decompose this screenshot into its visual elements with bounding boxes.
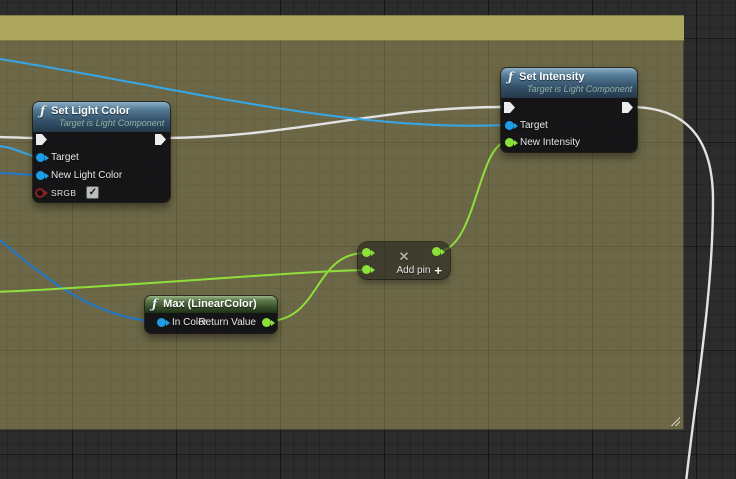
node-max-header[interactable]: ƒ Max (LinearColor) bbox=[145, 296, 277, 313]
exec-out-pin[interactable] bbox=[155, 134, 166, 145]
comment-header-bar[interactable] bbox=[0, 15, 684, 41]
node-set-light-color-header[interactable]: ƒ Set Light Color Target is Light Compon… bbox=[33, 102, 170, 132]
node-title: Set Intensity bbox=[519, 71, 584, 84]
srgb-pin-label: SRGB bbox=[51, 188, 76, 198]
node-multiply[interactable]: ✕ Add pin + bbox=[358, 242, 450, 279]
srgb-pin[interactable] bbox=[35, 188, 45, 198]
node-subtitle: Target is Light Component bbox=[527, 84, 629, 95]
node-title: Max (LinearColor) bbox=[163, 298, 257, 310]
new-intensity-pin-label: New Intensity bbox=[520, 137, 580, 148]
node-set-light-color[interactable]: ƒ Set Light Color Target is Light Compon… bbox=[33, 102, 170, 202]
exec-in-pin[interactable] bbox=[36, 134, 47, 145]
node-set-intensity-header[interactable]: ƒ Set Intensity Target is Light Componen… bbox=[501, 68, 637, 98]
target-pin-label: Target bbox=[51, 152, 79, 163]
function-icon: ƒ bbox=[152, 297, 157, 311]
exec-out-pin[interactable] bbox=[622, 102, 633, 113]
multiply-input-b-pin[interactable] bbox=[362, 265, 371, 274]
return-value-pin[interactable] bbox=[262, 318, 271, 327]
new-intensity-pin[interactable] bbox=[505, 138, 514, 147]
add-pin-button[interactable]: Add pin + bbox=[396, 265, 442, 276]
node-max-linearcolor[interactable]: ƒ Max (LinearColor) In Color Return Valu… bbox=[145, 296, 277, 333]
srgb-checkbox[interactable]: ✓ bbox=[86, 186, 99, 199]
return-value-pin-label: Return Value bbox=[198, 317, 256, 328]
function-icon: ƒ bbox=[40, 104, 45, 118]
target-pin[interactable] bbox=[36, 153, 45, 162]
exec-in-pin[interactable] bbox=[504, 102, 515, 113]
new-light-color-pin[interactable] bbox=[36, 171, 45, 180]
add-pin-label: Add pin bbox=[396, 265, 430, 276]
node-title: Set Light Color bbox=[51, 105, 130, 118]
target-pin[interactable] bbox=[505, 121, 514, 130]
node-set-intensity[interactable]: ƒ Set Intensity Target is Light Componen… bbox=[501, 68, 637, 152]
comment-resize-handle-icon[interactable] bbox=[668, 416, 680, 426]
target-pin-label: Target bbox=[520, 120, 548, 131]
plus-icon: + bbox=[434, 266, 442, 276]
function-icon: ƒ bbox=[508, 70, 513, 84]
in-color-pin[interactable] bbox=[157, 318, 166, 327]
blueprint-graph-canvas[interactable]: ƒ Set Light Color Target is Light Compon… bbox=[0, 0, 736, 479]
node-subtitle: Target is Light Component bbox=[59, 118, 162, 129]
new-light-color-pin-label: New Light Color bbox=[51, 170, 122, 181]
